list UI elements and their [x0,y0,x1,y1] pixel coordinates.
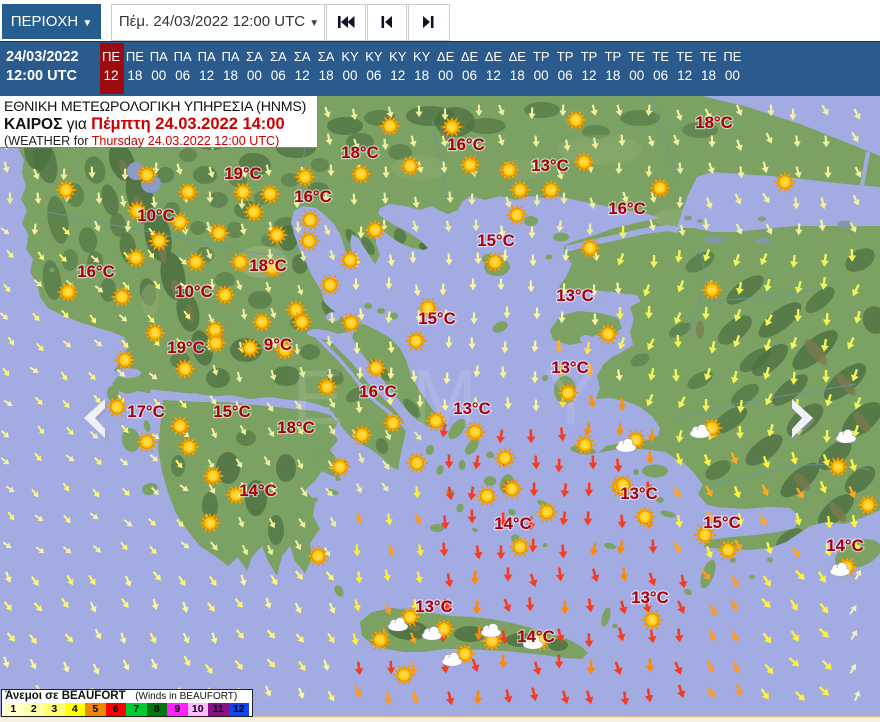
svg-text:10°C: 10°C [175,282,213,301]
svg-text:13°C: 13°C [415,597,453,616]
svg-text:14°C: 14°C [239,481,277,500]
svg-text:18°C: 18°C [695,113,733,132]
svg-text:16°C: 16°C [447,135,485,154]
svg-text:18°C: 18°C [277,418,315,437]
svg-text:13°C: 13°C [551,358,589,377]
svg-text:19°C: 19°C [224,164,262,183]
svg-text:14°C: 14°C [826,536,864,555]
svg-text:13°C: 13°C [620,484,658,503]
svg-text:18°C: 18°C [341,143,379,162]
svg-text:15°C: 15°C [418,309,456,328]
svg-text:16°C: 16°C [359,382,397,401]
svg-text:13°C: 13°C [531,156,569,175]
svg-text:13°C: 13°C [453,399,491,418]
svg-text:14°C: 14°C [517,627,555,646]
svg-text:10°C: 10°C [137,206,175,225]
svg-text:15°C: 15°C [213,402,251,421]
svg-text:13°C: 13°C [631,588,669,607]
svg-text:19°C: 19°C [167,338,205,357]
svg-text:16°C: 16°C [294,187,332,206]
svg-text:15°C: 15°C [703,513,741,532]
svg-text:18°C: 18°C [249,256,287,275]
svg-text:15°C: 15°C [477,231,515,250]
svg-text:14°C: 14°C [494,514,532,533]
svg-text:17°C: 17°C [127,402,165,421]
svg-text:13°C: 13°C [556,286,594,305]
svg-text:16°C: 16°C [608,199,646,218]
svg-text:16°C: 16°C [77,262,115,281]
svg-text:9°C: 9°C [264,335,292,354]
